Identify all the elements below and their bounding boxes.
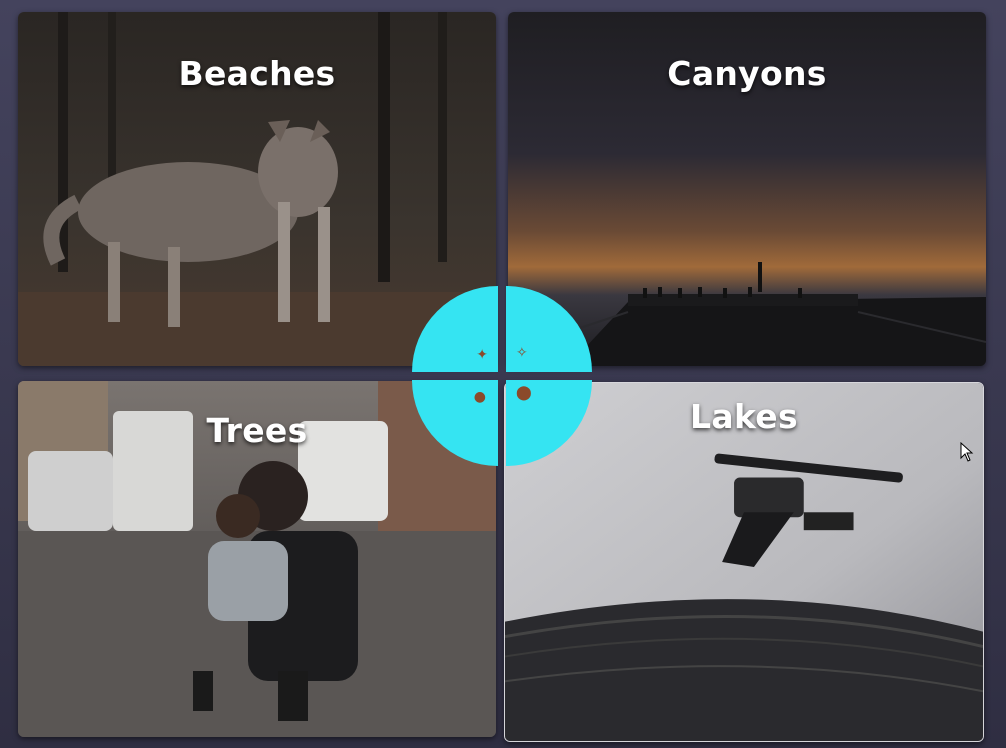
- people-thumb-icon: ●: [473, 389, 486, 405]
- quadrant-top-left-button[interactable]: ✦: [412, 286, 498, 372]
- tile-title-beaches: Beaches: [178, 54, 336, 93]
- coyote-thumb-icon: ✦: [476, 347, 488, 363]
- quadrant-top-right-button[interactable]: ✧: [506, 286, 592, 372]
- turntable-thumb-icon: ⬤: [516, 385, 532, 401]
- tile-title-canyons: Canyons: [667, 54, 827, 93]
- quadrant-bottom-left-button[interactable]: ●: [412, 380, 498, 466]
- mouse-cursor-icon: [960, 441, 974, 462]
- quadrant-bottom-right-button[interactable]: ⬤: [506, 380, 592, 466]
- quadrant-selector: ✦ ✧ ● ⬤: [412, 286, 592, 466]
- pier-thumb-icon: ✧: [516, 345, 528, 361]
- gallery-stage: Beaches Canyons Trees Lakes ✦ ✧ ● ⬤: [0, 0, 1006, 748]
